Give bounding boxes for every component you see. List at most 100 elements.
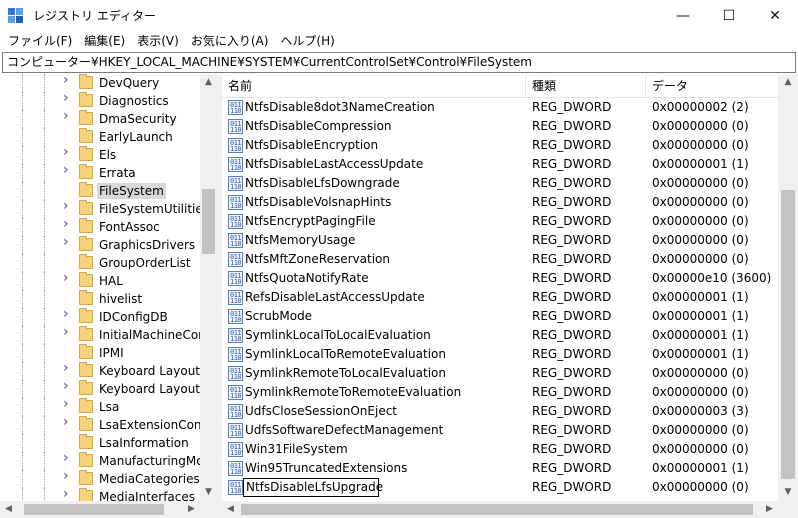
tree-guide-line [44,200,45,218]
menu-file[interactable]: ファイル(F) [2,31,78,51]
menu-help[interactable]: ヘルプ(H) [274,31,340,51]
value-row[interactable]: 011 110 NtfsDisableLfsDowngrade REG_DWORD 0x… [222,174,778,193]
tree-guide-line [22,290,23,308]
minimize-button[interactable]: — [660,0,706,31]
value-row[interactable]: 011 110 NtfsDisableLastAccessUpdate REG_DWO… [222,155,778,174]
chevron-right-icon[interactable]: › [63,487,73,501]
tree-guide-line [22,200,23,218]
scroll-up-icon[interactable]: ▲ [778,74,798,91]
list-vscroll-thumb[interactable] [781,190,795,479]
value-row[interactable]: 011 110 NtfsDisableEncryption REG_DWORD 0x00… [222,136,778,155]
chevron-right-icon[interactable]: › [63,271,73,285]
tree-item[interactable]: GroupOrderList [0,254,200,272]
tree-vscroll-thumb[interactable] [202,189,215,254]
tree-item[interactable]: › Keyboard Layout [0,361,200,380]
tree-item[interactable]: › ManufacturingMod [0,451,211,470]
tree-item[interactable]: › FileSystemUtilities [0,199,209,218]
title-bar[interactable]: レジストリ エディター — ☐ ✕ [0,0,798,31]
tree-item[interactable]: › IDConfigDB [0,307,200,326]
chevron-right-icon[interactable]: › [63,163,73,177]
chevron-right-icon[interactable]: › [63,415,73,429]
value-row[interactable]: 011 110 SymlinkLocalToLocalEvaluation REG_D… [222,326,778,345]
maximize-button[interactable]: ☐ [706,0,752,31]
close-button[interactable]: ✕ [752,0,798,31]
chevron-right-icon[interactable]: › [63,325,73,339]
value-row[interactable]: 011 110 SymlinkRemoteToLocalEvaluation REG_… [222,364,778,383]
list-horizontal-scrollbar[interactable]: ◀ ▶ [222,501,778,518]
value-row[interactable]: 011 110 Win95TruncatedExtensions REG_DWORD 0… [222,459,778,478]
chevron-right-icon[interactable]: › [63,379,73,393]
address-bar[interactable]: コンピューター¥HKEY_LOCAL_MACHINE¥SYSTEM¥Curren… [2,52,796,73]
rename-input[interactable]: NtfsDisableLfsUpgrade [243,478,383,497]
tree-horizontal-scrollbar[interactable]: ◀ ▶ [0,501,217,518]
value-row[interactable]: 011 110 NtfsMemoryUsage REG_DWORD 0x00000000… [222,231,778,250]
tree-item[interactable]: › Diagnostics [0,91,200,110]
scroll-down-icon[interactable]: ▼ [200,484,217,501]
chevron-right-icon[interactable]: › [63,109,73,123]
menu-edit[interactable]: 編集(E) [78,31,131,51]
value-row[interactable]: 011 110 NtfsDisable8dot3NameCreation REG_DW… [222,98,778,117]
value-row[interactable]: 011 110 NtfsDisableCompression REG_DWORD 0x0… [222,117,778,136]
scroll-down-icon[interactable]: ▼ [778,484,798,501]
chevron-right-icon[interactable]: › [63,361,73,375]
value-row[interactable]: 011 110 NtfsEncryptPagingFile REG_DWORD 0x00… [222,212,778,231]
chevron-right-icon[interactable]: › [63,145,73,159]
tree-guide-line [44,182,45,200]
scroll-right-icon[interactable]: ▶ [183,501,200,518]
tree-item[interactable]: LsaInformation [0,434,200,452]
tree-item[interactable]: › Errata [0,163,200,182]
tree-item-label: IPMI [99,346,124,360]
tree-item[interactable]: › DevQuery [0,74,200,92]
tree-item[interactable]: › MediaCategories [0,469,200,488]
tree-vertical-scrollbar[interactable]: ▲ ▼ [200,74,217,501]
value-type: REG_DWORD [532,328,612,342]
tree-hscroll-thumb[interactable] [24,504,164,515]
value-row[interactable]: 011 110 SymlinkLocalToRemoteEvaluation REG_… [222,345,778,364]
chevron-right-icon[interactable]: › [63,469,73,483]
tree-item[interactable]: › InitialMachineConf [0,325,210,344]
tree-item[interactable]: FileSystem [0,182,200,200]
value-row[interactable]: 011 110 RefsDisableLastAccessUpdate REG_DWO… [222,288,778,307]
column-header-data[interactable]: データ [646,74,778,98]
tree-item[interactable]: IPMI [0,344,200,362]
list-hscroll-thumb[interactable] [241,504,753,515]
value-row[interactable]: 011 110 Win31FileSystem REG_DWORD 0x00000000… [222,440,778,459]
scroll-up-icon[interactable]: ▲ [200,74,217,91]
chevron-right-icon[interactable]: › [63,397,73,411]
tree-item[interactable]: › DmaSecurity [0,109,200,128]
tree-item[interactable]: › Lsa [0,397,200,416]
scroll-left-icon[interactable]: ◀ [222,501,239,518]
column-header-name[interactable]: 名前 [222,74,526,98]
menu-favorites[interactable]: お気に入り(A) [185,31,275,51]
chevron-right-icon[interactable]: › [63,91,73,105]
list-vertical-scrollbar[interactable]: ▲ ▼ [778,74,798,501]
chevron-right-icon[interactable]: › [63,74,73,87]
tree-item[interactable]: › HAL [0,271,200,290]
scroll-right-icon[interactable]: ▶ [761,501,778,518]
chevron-right-icon[interactable]: › [63,307,73,321]
value-row[interactable]: 011 110 ScrubMode REG_DWORD 0x00000001 (1) [222,307,778,326]
tree-item[interactable]: › Keyboard Layouts [0,379,206,398]
menu-view[interactable]: 表示(V) [131,31,185,51]
value-row[interactable]: 011 110 UdfsCloseSessionOnEject REG_DWORD 0x… [222,402,778,421]
tree-item[interactable]: › FontAssoc [0,217,200,236]
reg-dword-icon: 011 110 [228,233,243,248]
value-row[interactable]: 011 110 NtfsDisableLfsUpgrade REG_DWORD 0x00… [222,478,778,497]
chevron-right-icon[interactable]: › [63,235,73,249]
tree-item[interactable]: › GraphicsDrivers [0,235,200,254]
value-row[interactable]: 011 110 NtfsQuotaNotifyRate REG_DWORD 0x0000… [222,269,778,288]
tree-item[interactable]: EarlyLaunch [0,128,200,146]
scroll-left-icon[interactable]: ◀ [0,501,17,518]
value-row[interactable]: 011 110 UdfsSoftwareDefectManagement REG_DW… [222,421,778,440]
chevron-right-icon[interactable]: › [63,451,73,465]
tree-item-label: Keyboard Layouts [99,382,207,396]
tree-item[interactable]: › LsaExtensionConfig [0,415,217,434]
value-row[interactable]: 011 110 SymlinkRemoteToRemoteEvaluation REG… [222,383,778,402]
value-row[interactable]: 011 110 NtfsDisableVolsnapHints REG_DWORD 0x… [222,193,778,212]
value-row[interactable]: 011 110 NtfsMftZoneReservation REG_DWORD 0x0… [222,250,778,269]
chevron-right-icon[interactable]: › [63,199,73,213]
chevron-right-icon[interactable]: › [63,217,73,231]
tree-item[interactable]: › Els [0,145,200,164]
tree-item[interactable]: hivelist [0,290,200,308]
column-header-type[interactable]: 種類 [526,74,646,98]
